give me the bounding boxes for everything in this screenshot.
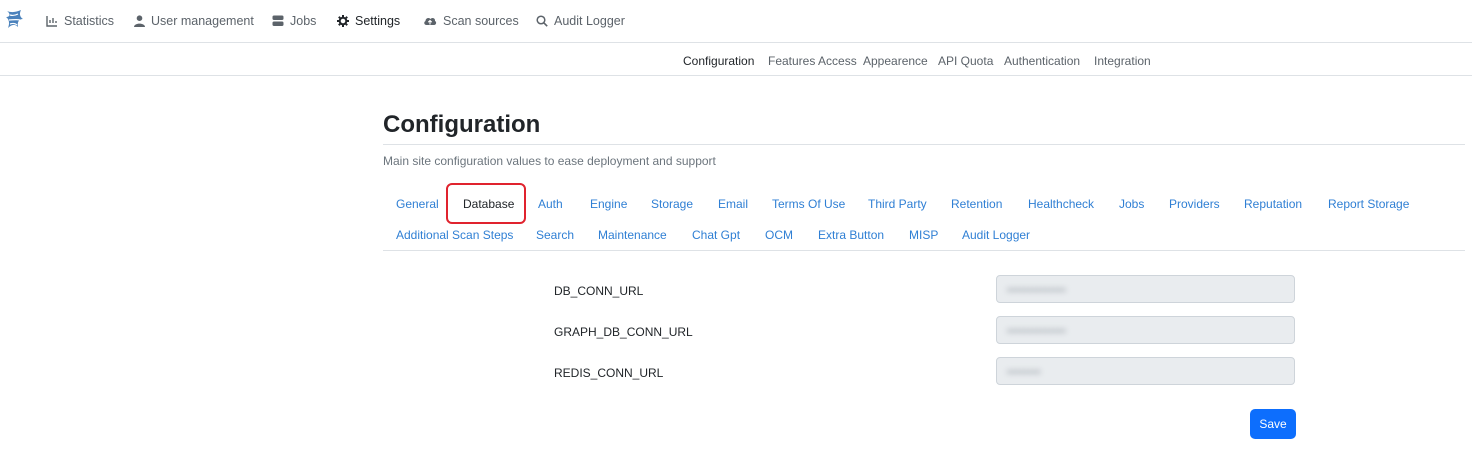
- tab-email[interactable]: Email: [718, 197, 748, 211]
- nav-jobs[interactable]: Jobs: [272, 13, 316, 29]
- graph-db-conn-url-input[interactable]: ••••••••••••••: [996, 316, 1295, 344]
- top-navbar: Statistics User management Jobs Settings…: [0, 0, 1472, 43]
- tab-reputation[interactable]: Reputation: [1244, 197, 1302, 211]
- gear-icon: [337, 15, 349, 27]
- nav-user-management-label: User management: [151, 14, 254, 28]
- nav-user-management[interactable]: User management: [134, 13, 254, 29]
- nav-jobs-label: Jobs: [290, 14, 317, 28]
- user-icon: [134, 15, 145, 27]
- db-conn-url-value: ••••••••••••••: [1007, 283, 1066, 297]
- subnav-features-access[interactable]: Features Access: [768, 54, 857, 68]
- db-conn-url-input[interactable]: ••••••••••••••: [996, 275, 1295, 303]
- graph-db-conn-url-label: GRAPH_DB_CONN_URL: [554, 325, 693, 339]
- tab-chat-gpt[interactable]: Chat Gpt: [692, 228, 740, 242]
- redis-conn-url-input[interactable]: ••••••••: [996, 357, 1295, 385]
- tab-report-storage[interactable]: Report Storage: [1328, 197, 1409, 211]
- tab-ocm[interactable]: OCM: [765, 228, 793, 242]
- redis-conn-url-label: REDIS_CONN_URL: [554, 366, 664, 380]
- page-subtitle: Main site configuration values to ease d…: [383, 154, 716, 168]
- tabs-divider: [383, 250, 1465, 251]
- tab-misp[interactable]: MISP: [909, 228, 938, 242]
- subnav-authentication[interactable]: Authentication: [1004, 54, 1080, 68]
- subnav-api-quota[interactable]: API Quota: [938, 54, 993, 68]
- tab-general[interactable]: General: [396, 197, 439, 211]
- tab-engine[interactable]: Engine: [590, 197, 627, 211]
- tab-providers[interactable]: Providers: [1169, 197, 1220, 211]
- database-icon: [272, 15, 284, 26]
- tab-database[interactable]: Database: [463, 197, 514, 211]
- tab-third-party[interactable]: Third Party: [868, 197, 927, 211]
- tab-auth[interactable]: Auth: [538, 197, 563, 211]
- subnav-configuration[interactable]: Configuration: [683, 54, 754, 68]
- nav-settings[interactable]: Settings: [337, 13, 400, 29]
- graph-db-conn-url-value: ••••••••••••••: [1007, 324, 1066, 338]
- tab-search[interactable]: Search: [536, 228, 574, 242]
- nav-audit-logger-label: Audit Logger: [554, 14, 625, 28]
- nav-statistics-label: Statistics: [64, 14, 115, 28]
- tab-healthcheck[interactable]: Healthcheck: [1028, 197, 1094, 211]
- db-conn-url-label: DB_CONN_URL: [554, 284, 644, 298]
- tab-jobs[interactable]: Jobs: [1119, 197, 1144, 211]
- nav-scan-sources[interactable]: Scan sources: [423, 13, 519, 29]
- tab-additional-scan-steps[interactable]: Additional Scan Steps: [396, 228, 513, 242]
- tab-maintenance[interactable]: Maintenance: [598, 228, 667, 242]
- tab-retention[interactable]: Retention: [951, 197, 1002, 211]
- title-divider: [383, 144, 1465, 145]
- tab-storage[interactable]: Storage: [651, 197, 693, 211]
- save-button[interactable]: Save: [1250, 409, 1296, 439]
- chart-icon: [46, 16, 57, 27]
- page-title: Configuration: [383, 111, 541, 138]
- cloud-upload-icon: [424, 17, 437, 25]
- tab-audit-logger[interactable]: Audit Logger: [962, 228, 1030, 242]
- tab-terms-of-use[interactable]: Terms Of Use: [772, 197, 845, 211]
- nav-audit-logger[interactable]: Audit Logger: [536, 13, 625, 29]
- tab-extra-button[interactable]: Extra Button: [818, 228, 884, 242]
- nav-settings-label: Settings: [355, 14, 401, 28]
- subnav-integration[interactable]: Integration: [1094, 54, 1151, 68]
- settings-subnav: Configuration Features Access Appearence…: [0, 44, 1472, 76]
- app-logo-icon[interactable]: [4, 8, 26, 32]
- search-icon: [536, 15, 548, 27]
- redis-conn-url-value: ••••••••: [1007, 365, 1041, 379]
- nav-statistics[interactable]: Statistics: [46, 13, 114, 29]
- nav-scan-sources-label: Scan sources: [443, 14, 519, 28]
- subnav-appearence[interactable]: Appearence: [863, 54, 928, 68]
